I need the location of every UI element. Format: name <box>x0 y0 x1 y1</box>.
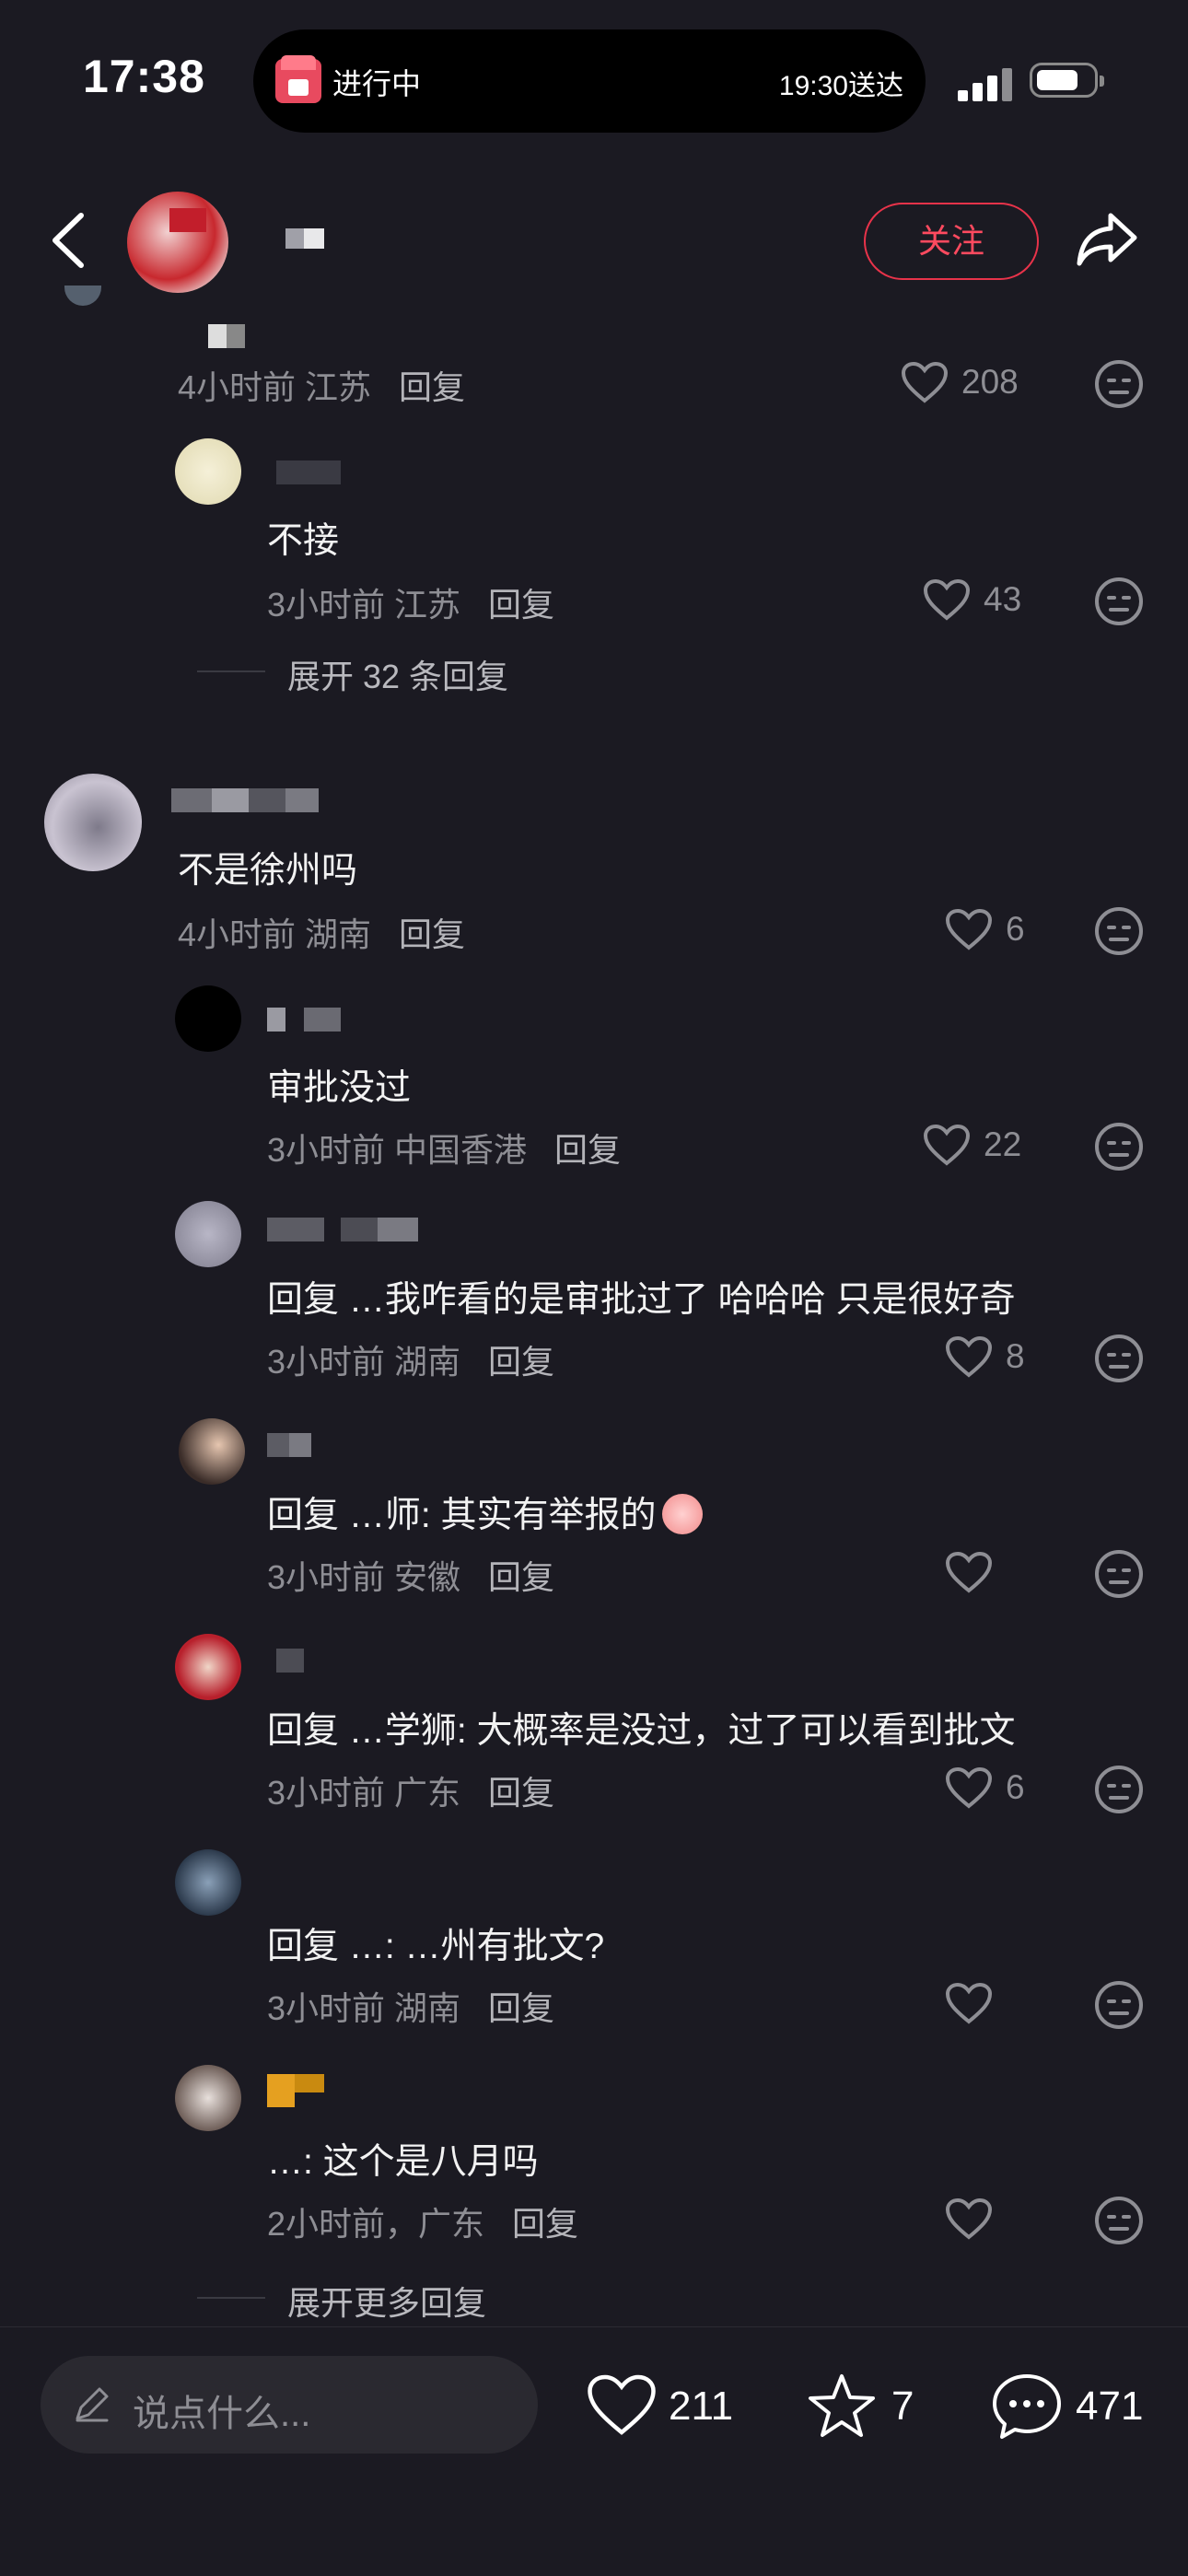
comment-text: 回复 …: …州有批文? <box>267 1927 605 1966</box>
username-blurred[interactable] <box>171 788 319 812</box>
pencil-icon <box>76 2387 109 2422</box>
shop-icon <box>275 55 321 103</box>
heart-icon <box>945 2197 993 2240</box>
avatar[interactable] <box>175 985 241 1052</box>
username-blurred[interactable] <box>267 1008 341 1032</box>
author-name-blurred[interactable] <box>285 228 324 249</box>
heart-icon <box>945 1551 993 1593</box>
username-blurred[interactable] <box>276 460 341 484</box>
comment-meta: 3小时前 江苏 回复 <box>267 586 555 624</box>
like-count: 43 <box>984 580 1022 618</box>
expand-more-replies-button[interactable]: 展开更多回复 <box>196 2277 486 2325</box>
avatar[interactable] <box>179 1418 245 1485</box>
dislike-icon[interactable] <box>1094 1765 1144 1814</box>
dislike-icon[interactable] <box>1094 1980 1144 2030</box>
dislike-icon[interactable] <box>1094 2196 1144 2245</box>
avatar[interactable] <box>64 286 101 306</box>
avatar[interactable] <box>44 774 142 871</box>
heart-icon <box>923 578 971 621</box>
dislike-icon[interactable] <box>1094 1122 1144 1171</box>
dynamic-island-live-activity[interactable]: 进行中 19:30送达 <box>253 29 926 133</box>
status-time: 17:38 <box>83 51 205 102</box>
avatar[interactable] <box>175 438 241 505</box>
comment-meta: 4小时前 湖南 回复 <box>178 915 466 953</box>
live-activity-eta: 19:30送达 <box>778 71 903 101</box>
reply-button[interactable]: 回复 <box>512 2205 578 2243</box>
comment-text: 审批没过 <box>267 1068 412 1108</box>
comment-text: …: 这个是八月吗 <box>267 2142 539 2182</box>
username-blurred[interactable] <box>267 1433 322 1457</box>
comment-meta: 3小时前 广东 回复 <box>267 1774 555 1812</box>
like-count: 6 <box>1006 1768 1025 1806</box>
like-count: 208 <box>961 363 1019 401</box>
crying-emoji-icon <box>661 1494 703 1534</box>
username-blurred[interactable] <box>267 1218 418 1241</box>
star-icon <box>809 2374 875 2437</box>
reply-button[interactable]: 回复 <box>488 1558 554 1596</box>
reply-button[interactable]: 回复 <box>554 1131 621 1169</box>
comment-text: 不是徐州吗 <box>178 851 358 891</box>
heart-icon <box>945 1982 993 2024</box>
reply-button[interactable]: 回复 <box>399 368 465 406</box>
heart-icon <box>945 1766 993 1809</box>
heart-icon <box>923 1124 971 1166</box>
comment-meta: 2小时前，广东 回复 <box>267 2205 579 2243</box>
comment-text: 回复 …学狮: 大概率是没过，过了可以看到批文 <box>267 1711 1016 1751</box>
reply-button[interactable]: 回复 <box>488 1774 554 1812</box>
comment-text: 不接 <box>267 521 340 561</box>
comment-text: 回复 …师: 其实有举报的 <box>267 1486 703 1538</box>
comment-meta: 4小时前 江苏 回复 <box>178 368 466 406</box>
like-count: 6 <box>1006 910 1025 948</box>
comment-input[interactable]: 说点什么... <box>41 2356 538 2454</box>
signal-icon <box>958 64 1013 101</box>
avatar[interactable] <box>175 1634 241 1700</box>
avatar[interactable] <box>175 1849 241 1916</box>
dislike-icon[interactable] <box>1094 1549 1144 1599</box>
like-post-button[interactable]: 211 <box>586 2363 733 2446</box>
reply-button[interactable]: 回复 <box>399 915 465 953</box>
comment-text: 回复 …我咋看的是审批过了 哈哈哈 只是很好奇 <box>267 1280 1016 1320</box>
dislike-icon[interactable] <box>1094 906 1144 956</box>
comment-count: 471 <box>1076 2384 1144 2429</box>
battery-icon <box>1030 63 1104 98</box>
follow-button[interactable]: 关注 <box>864 203 1039 280</box>
avatar[interactable] <box>175 2065 241 2131</box>
comment-meta: 3小时前 湖南 回复 <box>267 1989 555 2027</box>
share-icon[interactable] <box>1076 210 1138 267</box>
dislike-icon[interactable] <box>1094 1334 1144 1383</box>
dislike-icon[interactable] <box>1094 359 1144 409</box>
favorite-count: 7 <box>891 2384 914 2429</box>
avatar[interactable] <box>175 1201 241 1267</box>
comment-bubble-icon <box>993 2374 1061 2439</box>
heart-icon <box>945 908 993 950</box>
heart-icon <box>901 361 949 403</box>
like-count: 8 <box>1006 1337 1025 1375</box>
heart-icon <box>588 2374 656 2435</box>
reply-button[interactable]: 回复 <box>488 1343 554 1381</box>
comment-meta: 3小时前 安徽 回复 <box>267 1558 555 1596</box>
back-arrow-icon[interactable] <box>48 210 90 271</box>
comment-input-placeholder: 说点什么... <box>133 2394 311 2434</box>
live-activity-status: 进行中 <box>332 67 422 100</box>
heart-icon <box>945 1335 993 1378</box>
username-blurred[interactable] <box>267 2074 324 2107</box>
reply-button[interactable]: 回复 <box>488 1989 554 2027</box>
reply-button[interactable]: 回复 <box>488 586 554 624</box>
username-blurred[interactable] <box>276 1649 304 1673</box>
author-avatar[interactable] <box>127 192 228 293</box>
username-blurred[interactable] <box>208 324 245 348</box>
favorite-button[interactable]: 7 <box>807 2363 926 2446</box>
dislike-icon[interactable] <box>1094 577 1144 626</box>
comment-meta: 3小时前 中国香港 回复 <box>267 1131 622 1169</box>
post-like-count: 211 <box>669 2384 734 2429</box>
like-count: 22 <box>984 1125 1022 1163</box>
comment-meta: 3小时前 湖南 回复 <box>267 1343 555 1381</box>
expand-replies-button[interactable]: 展开 32 条回复 <box>196 650 508 698</box>
comments-button[interactable]: 471 <box>991 2363 1157 2446</box>
